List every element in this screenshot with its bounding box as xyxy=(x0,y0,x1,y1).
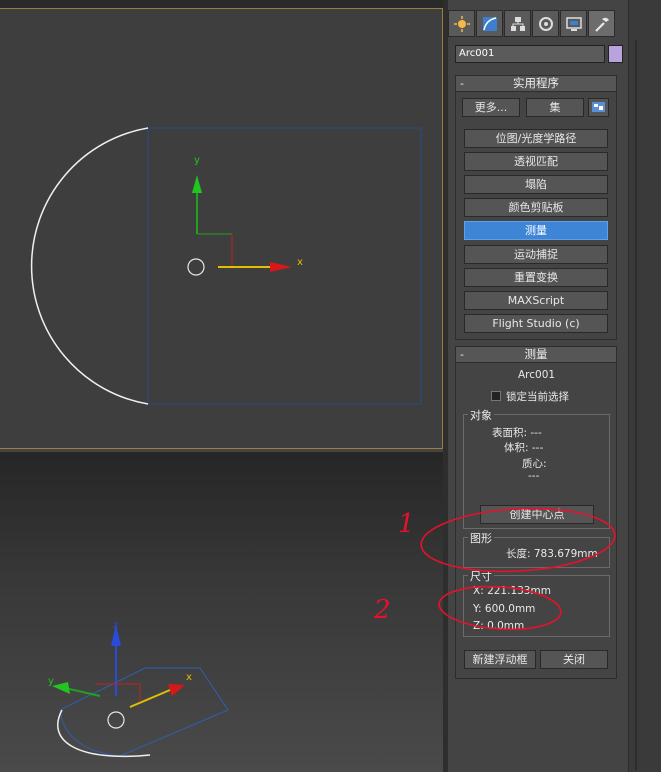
create-icon[interactable] xyxy=(448,10,475,37)
axis-label-y: y xyxy=(194,155,200,166)
collapse-icon: - xyxy=(460,77,464,90)
motion-icon[interactable] xyxy=(532,10,559,37)
utility-button-collapse[interactable]: 塌陷 xyxy=(464,175,608,194)
utilities-icon[interactable] xyxy=(588,10,615,37)
lock-selection-label: 锁定当前选择 xyxy=(506,391,569,403)
gizmo-x-arrow xyxy=(270,262,292,272)
dimension-y-readout: Y: 600.0mm xyxy=(473,603,536,615)
utilities-rollout-header[interactable]: - 实用程序 xyxy=(455,75,617,92)
center-mass-value: --- xyxy=(528,470,540,482)
svg-text:z: z xyxy=(113,620,118,631)
command-panel-scrollbar[interactable] xyxy=(628,0,661,772)
command-panel-tabs xyxy=(448,10,615,38)
viewport-toolbar-strip xyxy=(0,0,443,8)
axis-label-x: x xyxy=(297,257,303,268)
dimension-z-readout: Z: 0.0mm xyxy=(473,620,525,632)
center-mass-label: 质心: xyxy=(522,458,547,470)
utility-button-measure[interactable]: 测量 xyxy=(464,221,608,240)
close-button[interactable]: 关闭 xyxy=(540,650,608,669)
shapes-group-title: 图形 xyxy=(468,530,494,546)
top-viewport-canvas: y x xyxy=(30,127,422,405)
perspective-canvas: z y x xyxy=(48,620,229,758)
utility-button-flight-studio[interactable]: Flight Studio (c) xyxy=(464,314,608,333)
svg-text:y: y xyxy=(48,676,54,687)
measured-object-name: Arc001 xyxy=(518,369,556,381)
utility-button-color-clipboard[interactable]: 颜色剪贴板 xyxy=(464,198,608,217)
persp-bbox xyxy=(59,667,229,757)
measure-rollout-header[interactable]: - 测量 xyxy=(455,346,617,363)
shape-length-readout: 长度: 783.679mm xyxy=(506,548,598,560)
persp-y-axis xyxy=(64,687,101,697)
persp-pivot-circle xyxy=(107,711,125,729)
utility-button-reset-xform[interactable]: 重置变换 xyxy=(464,268,608,287)
dimensions-group-title: 尺寸 xyxy=(468,568,494,584)
object-color-swatch[interactable] xyxy=(608,45,623,63)
object-name-field[interactable]: Arc001 xyxy=(455,45,605,63)
display-icon[interactable] xyxy=(560,10,587,37)
surface-area-readout: 表面积: --- xyxy=(492,427,542,439)
arc-shape xyxy=(30,127,149,405)
configure-sets-icon[interactable] xyxy=(588,98,609,117)
persp-x-axis xyxy=(129,689,171,708)
persp-x-arrow xyxy=(168,684,185,696)
svg-text:x: x xyxy=(186,672,192,683)
utilities-title: 实用程序 xyxy=(513,76,559,90)
pivot-circle xyxy=(187,258,205,276)
hierarchy-icon[interactable] xyxy=(504,10,531,37)
top-viewport[interactable]: y x xyxy=(0,8,443,449)
utility-button-perspective-match[interactable]: 透视匹配 xyxy=(464,152,608,171)
utility-button-maxscript[interactable]: MAXScript xyxy=(464,291,608,310)
lock-selection-checkbox[interactable] xyxy=(491,391,501,401)
sets-button[interactable]: 集 xyxy=(526,98,584,117)
volume-readout: 体积: --- xyxy=(504,442,544,454)
measure-title: 测量 xyxy=(524,347,548,361)
collapse-icon: - xyxy=(460,348,464,361)
objects-group-title: 对象 xyxy=(468,407,494,423)
more-button[interactable]: 更多... xyxy=(462,98,520,117)
modify-icon[interactable] xyxy=(476,10,503,37)
new-floater-button[interactable]: 新建浮动框 xyxy=(464,650,536,669)
perspective-viewport[interactable]: z y x xyxy=(0,452,443,772)
utility-button-bitmap-paths[interactable]: 位图/光度学路径 xyxy=(464,129,608,148)
persp-y-arrow xyxy=(52,682,70,694)
gizmo-y-arrow xyxy=(192,175,202,193)
command-panel: Arc001 - 实用程序 更多... 集 位图/光度学路径 透视匹配 塌陷 颜… xyxy=(448,0,628,772)
utility-button-motion-capture[interactable]: 运动捕捉 xyxy=(464,245,608,264)
create-center-point-button[interactable]: 创建中心点 xyxy=(480,505,594,524)
dimension-x-readout: X: 221.133mm xyxy=(473,585,551,597)
